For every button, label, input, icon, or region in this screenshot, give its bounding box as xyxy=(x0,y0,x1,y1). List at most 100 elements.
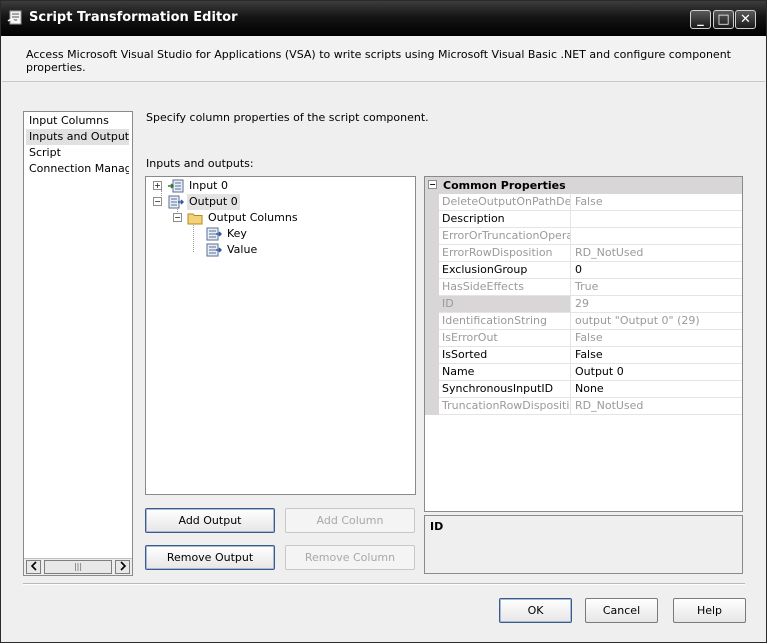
column-icon xyxy=(206,227,222,241)
maximize-icon: □ xyxy=(717,12,730,27)
property-row-name[interactable]: Name Output 0 xyxy=(439,364,742,381)
maximize-button[interactable]: □ xyxy=(713,10,734,29)
scroll-thumb[interactable]: ||| xyxy=(44,560,112,574)
property-name: HasSideEffects xyxy=(439,279,571,295)
chevron-right-icon xyxy=(119,561,126,571)
category-label: Common Properties xyxy=(443,179,566,192)
add-column-label: Add Column xyxy=(316,514,384,527)
remove-column-label: Remove Column xyxy=(304,551,396,564)
nav-item-script[interactable]: Script xyxy=(26,145,129,161)
footer-separator xyxy=(23,583,745,585)
tree-node-label: Output Columns xyxy=(208,211,298,224)
script-component-icon xyxy=(7,10,22,25)
tree-node-label: Input 0 xyxy=(189,179,228,192)
collapse-minus-icon[interactable]: − xyxy=(173,213,182,222)
property-row-description[interactable]: Description xyxy=(439,211,742,228)
property-value[interactable]: 29 xyxy=(572,296,742,312)
remove-output-button[interactable]: Remove Output xyxy=(145,545,275,570)
help-button[interactable]: Help xyxy=(673,598,746,623)
output-icon xyxy=(168,195,184,209)
page-list[interactable]: Input Columns Inputs and Outputs Script … xyxy=(23,111,133,576)
property-category-common[interactable]: − Common Properties xyxy=(425,177,742,194)
page-list-horizontal-scrollbar[interactable]: ||| xyxy=(24,558,132,575)
property-row-deleteoutputonpathdetached[interactable]: DeleteOutputOnPathDetached False xyxy=(439,194,742,211)
property-value[interactable]: False xyxy=(572,330,742,346)
property-row-issorted[interactable]: IsSorted False xyxy=(439,347,742,364)
tree-node-value[interactable]: Value xyxy=(189,242,349,258)
property-row-errorortruncationoperation[interactable]: ErrorOrTruncationOperation xyxy=(439,228,742,245)
column-icon xyxy=(206,243,222,257)
property-name: ErrorRowDisposition xyxy=(439,245,571,261)
tree-node-label: Value xyxy=(227,243,258,256)
property-row-identificationstring[interactable]: IdentificationString output "Output 0" (… xyxy=(439,313,742,330)
tree-node-key[interactable]: Key xyxy=(189,226,349,242)
tree-node-input-0[interactable]: + Input 0 xyxy=(153,178,353,194)
property-name: SynchronousInputID xyxy=(439,381,571,397)
property-value[interactable]: RD_NotUsed xyxy=(572,245,742,261)
property-row-errorrowdisposition[interactable]: ErrorRowDisposition RD_NotUsed xyxy=(439,245,742,262)
property-value[interactable]: False xyxy=(572,347,742,363)
property-value[interactable]: None xyxy=(572,381,742,397)
inputs-outputs-label: Inputs and outputs: xyxy=(146,157,254,170)
remove-column-button[interactable]: Remove Column xyxy=(285,545,415,570)
property-value[interactable]: False xyxy=(572,194,742,210)
ok-label: OK xyxy=(527,604,544,617)
minimize-button[interactable]: _ xyxy=(690,10,711,29)
property-value[interactable]: RD_NotUsed xyxy=(572,398,742,414)
collapse-minus-icon[interactable]: − xyxy=(153,197,162,206)
property-value[interactable]: Output 0 xyxy=(572,364,742,380)
folder-icon xyxy=(187,213,203,225)
tree-node-label: Key xyxy=(227,227,247,240)
chevron-left-icon xyxy=(30,561,37,571)
property-value[interactable]: 0 xyxy=(572,262,742,278)
property-name: ID xyxy=(439,296,571,312)
property-row-hassideeffects[interactable]: HasSideEffects True xyxy=(439,279,742,296)
property-description-title: ID xyxy=(430,520,444,533)
property-grid-gutter xyxy=(425,194,439,415)
property-name: ExclusionGroup xyxy=(439,262,571,278)
property-description-pane: ID xyxy=(424,515,743,574)
header-band: Access Microsoft Visual Studio for Appli… xyxy=(2,36,765,82)
cancel-button[interactable]: Cancel xyxy=(585,598,658,623)
nav-item-input-columns[interactable]: Input Columns xyxy=(26,113,129,129)
inputs-outputs-tree[interactable]: + Input 0 − Output 0 − Output Columns Ke… xyxy=(145,176,416,495)
tree-node-label: Output 0 xyxy=(187,194,240,210)
section-description: Specify column properties of the script … xyxy=(146,111,429,124)
property-name: IsErrorOut xyxy=(439,330,571,346)
property-row-synchronousinputid[interactable]: SynchronousInputID None xyxy=(439,381,742,398)
add-output-label: Add Output xyxy=(178,514,242,527)
property-grid[interactable]: − Common Properties DeleteOutputOnPathDe… xyxy=(424,176,743,512)
minimize-icon: _ xyxy=(697,12,704,27)
property-name: TruncationRowDisposition xyxy=(439,398,571,414)
scroll-left-button[interactable] xyxy=(26,560,41,574)
property-name: Name xyxy=(439,364,571,380)
property-value[interactable] xyxy=(572,228,742,244)
cancel-label: Cancel xyxy=(602,604,641,617)
property-value[interactable] xyxy=(572,211,742,227)
scroll-right-button[interactable] xyxy=(115,560,130,574)
nav-item-connection-managers[interactable]: Connection Managers xyxy=(26,161,129,177)
tree-node-output-0[interactable]: − Output 0 xyxy=(153,194,353,210)
remove-output-label: Remove Output xyxy=(166,551,254,564)
property-name: DeleteOutputOnPathDetached xyxy=(439,194,571,210)
ok-button[interactable]: OK xyxy=(499,598,572,623)
property-row-truncationrowdisposition[interactable]: TruncationRowDisposition RD_NotUsed xyxy=(439,398,742,415)
add-column-button[interactable]: Add Column xyxy=(285,508,415,533)
nav-item-inputs-and-outputs[interactable]: Inputs and Outputs xyxy=(26,129,129,145)
header-description: Access Microsoft Visual Studio for Appli… xyxy=(26,48,731,74)
expand-plus-icon[interactable]: + xyxy=(153,181,162,190)
property-value[interactable]: True xyxy=(572,279,742,295)
close-icon: ✕ xyxy=(740,12,751,27)
property-row-iserrorout[interactable]: IsErrorOut False xyxy=(439,330,742,347)
property-row-id[interactable]: ID 29 xyxy=(439,296,742,313)
close-button[interactable]: ✕ xyxy=(735,10,756,29)
title-bar[interactable]: Script Transformation Editor _ □ ✕ xyxy=(1,1,766,36)
collapse-minus-icon[interactable]: − xyxy=(428,180,437,189)
property-value[interactable]: output "Output 0" (29) xyxy=(572,313,742,329)
input-icon xyxy=(168,179,184,193)
add-output-button[interactable]: Add Output xyxy=(145,508,275,533)
property-name: IdentificationString xyxy=(439,313,571,329)
script-transformation-editor-window: Script Transformation Editor _ □ ✕ Acces… xyxy=(0,0,767,643)
tree-node-output-columns[interactable]: − Output Columns xyxy=(169,210,369,226)
property-row-exclusiongroup[interactable]: ExclusionGroup 0 xyxy=(439,262,742,279)
